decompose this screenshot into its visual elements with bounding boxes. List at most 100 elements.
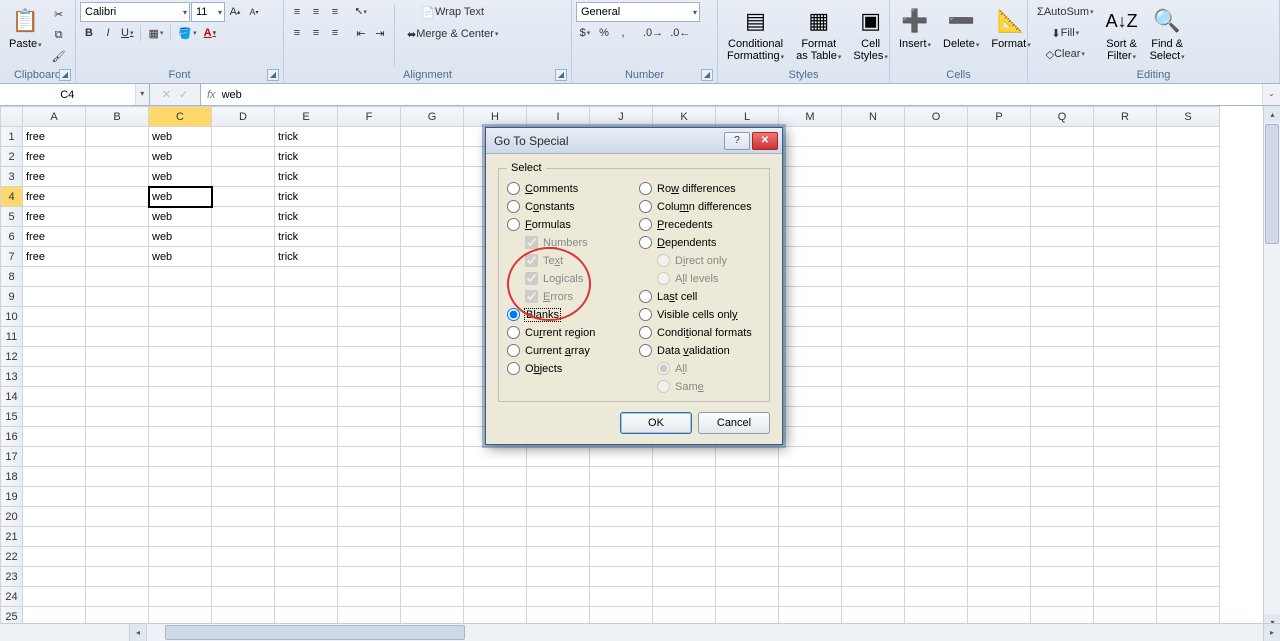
cell-S22[interactable]: [1157, 547, 1220, 567]
cell-B19[interactable]: [86, 487, 149, 507]
cell-P23[interactable]: [968, 567, 1031, 587]
cell-N9[interactable]: [842, 287, 905, 307]
cell-M6[interactable]: [779, 227, 842, 247]
cell-P5[interactable]: [968, 207, 1031, 227]
cell-S24[interactable]: [1157, 587, 1220, 607]
dialog-help-button[interactable]: ?: [724, 132, 750, 150]
cell-P17[interactable]: [968, 447, 1031, 467]
cell-B9[interactable]: [86, 287, 149, 307]
cell-N22[interactable]: [842, 547, 905, 567]
decrease-decimal-button[interactable]: .0←: [667, 23, 693, 43]
column-header-S[interactable]: S: [1157, 107, 1220, 127]
number-dialog-launcher[interactable]: ◢: [701, 69, 713, 81]
cell-C14[interactable]: [149, 387, 212, 407]
alignment-dialog-launcher[interactable]: ◢: [555, 69, 567, 81]
select-all-corner[interactable]: [1, 107, 23, 127]
cell-F3[interactable]: [338, 167, 401, 187]
cell-L18[interactable]: [716, 467, 779, 487]
cell-F17[interactable]: [338, 447, 401, 467]
cell-Q16[interactable]: [1031, 427, 1094, 447]
cell-M13[interactable]: [779, 367, 842, 387]
cell-B13[interactable]: [86, 367, 149, 387]
cell-D20[interactable]: [212, 507, 275, 527]
cell-O13[interactable]: [905, 367, 968, 387]
cell-Q23[interactable]: [1031, 567, 1094, 587]
cell-D19[interactable]: [212, 487, 275, 507]
row-header-23[interactable]: 23: [1, 567, 23, 587]
cell-Q19[interactable]: [1031, 487, 1094, 507]
cell-D6[interactable]: [212, 227, 275, 247]
option-curarray-input[interactable]: [507, 344, 520, 357]
cell-R3[interactable]: [1094, 167, 1157, 187]
insert-button[interactable]: ➕Insert: [894, 2, 936, 53]
cell-D15[interactable]: [212, 407, 275, 427]
font-color-button[interactable]: A: [201, 23, 219, 43]
option-precedents[interactable]: Precedents: [639, 218, 761, 231]
option-formulas[interactable]: Formulas: [507, 218, 629, 231]
cell-D8[interactable]: [212, 267, 275, 287]
cell-G19[interactable]: [401, 487, 464, 507]
cell-Q6[interactable]: [1031, 227, 1094, 247]
column-header-E[interactable]: E: [275, 107, 338, 127]
cell-E13[interactable]: [275, 367, 338, 387]
cell-L19[interactable]: [716, 487, 779, 507]
option-comments[interactable]: Comments: [507, 182, 629, 195]
cell-Q3[interactable]: [1031, 167, 1094, 187]
horizontal-scrollbar[interactable]: ◂ ▸: [0, 623, 1280, 641]
cell-M20[interactable]: [779, 507, 842, 527]
cell-C13[interactable]: [149, 367, 212, 387]
cell-A12[interactable]: [23, 347, 86, 367]
cell-F23[interactable]: [338, 567, 401, 587]
cell-B23[interactable]: [86, 567, 149, 587]
row-header-7[interactable]: 7: [1, 247, 23, 267]
font-size-combo[interactable]: 11: [191, 2, 225, 22]
cell-E6[interactable]: trick: [275, 227, 338, 247]
font-name-combo[interactable]: Calibri: [80, 2, 190, 22]
cell-Q7[interactable]: [1031, 247, 1094, 267]
cell-Q9[interactable]: [1031, 287, 1094, 307]
cell-G21[interactable]: [401, 527, 464, 547]
cell-S17[interactable]: [1157, 447, 1220, 467]
align-left-button[interactable]: ≡: [288, 23, 306, 43]
cell-N1[interactable]: [842, 127, 905, 147]
vertical-scrollbar[interactable]: ▴ ▾: [1263, 106, 1280, 631]
row-header-12[interactable]: 12: [1, 347, 23, 367]
column-header-J[interactable]: J: [590, 107, 653, 127]
cell-R17[interactable]: [1094, 447, 1157, 467]
cell-G13[interactable]: [401, 367, 464, 387]
cell-M24[interactable]: [779, 587, 842, 607]
cell-A4[interactable]: free: [23, 187, 86, 207]
cell-A20[interactable]: [23, 507, 86, 527]
cell-G8[interactable]: [401, 267, 464, 287]
cell-R18[interactable]: [1094, 467, 1157, 487]
cell-N23[interactable]: [842, 567, 905, 587]
cell-O2[interactable]: [905, 147, 968, 167]
cell-C11[interactable]: [149, 327, 212, 347]
cell-A8[interactable]: [23, 267, 86, 287]
cell-R16[interactable]: [1094, 427, 1157, 447]
cell-M12[interactable]: [779, 347, 842, 367]
cell-A22[interactable]: [23, 547, 86, 567]
cell-H20[interactable]: [464, 507, 527, 527]
scroll-left-arrow[interactable]: ◂: [130, 624, 147, 641]
cell-S7[interactable]: [1157, 247, 1220, 267]
cell-C8[interactable]: [149, 267, 212, 287]
cell-O16[interactable]: [905, 427, 968, 447]
cell-N8[interactable]: [842, 267, 905, 287]
cell-M17[interactable]: [779, 447, 842, 467]
cell-Q2[interactable]: [1031, 147, 1094, 167]
cell-H19[interactable]: [464, 487, 527, 507]
fill-color-button[interactable]: 🪣: [175, 23, 199, 43]
option-formulas-input[interactable]: [507, 218, 520, 231]
cell-R20[interactable]: [1094, 507, 1157, 527]
cell-D11[interactable]: [212, 327, 275, 347]
cell-P7[interactable]: [968, 247, 1031, 267]
cell-N19[interactable]: [842, 487, 905, 507]
cell-O21[interactable]: [905, 527, 968, 547]
column-header-G[interactable]: G: [401, 107, 464, 127]
cell-S15[interactable]: [1157, 407, 1220, 427]
cell-I20[interactable]: [527, 507, 590, 527]
underline-button[interactable]: U: [118, 23, 136, 43]
align-right-button[interactable]: ≡: [326, 23, 344, 43]
wrap-text-button[interactable]: 📄 Wrap Text: [400, 2, 505, 22]
